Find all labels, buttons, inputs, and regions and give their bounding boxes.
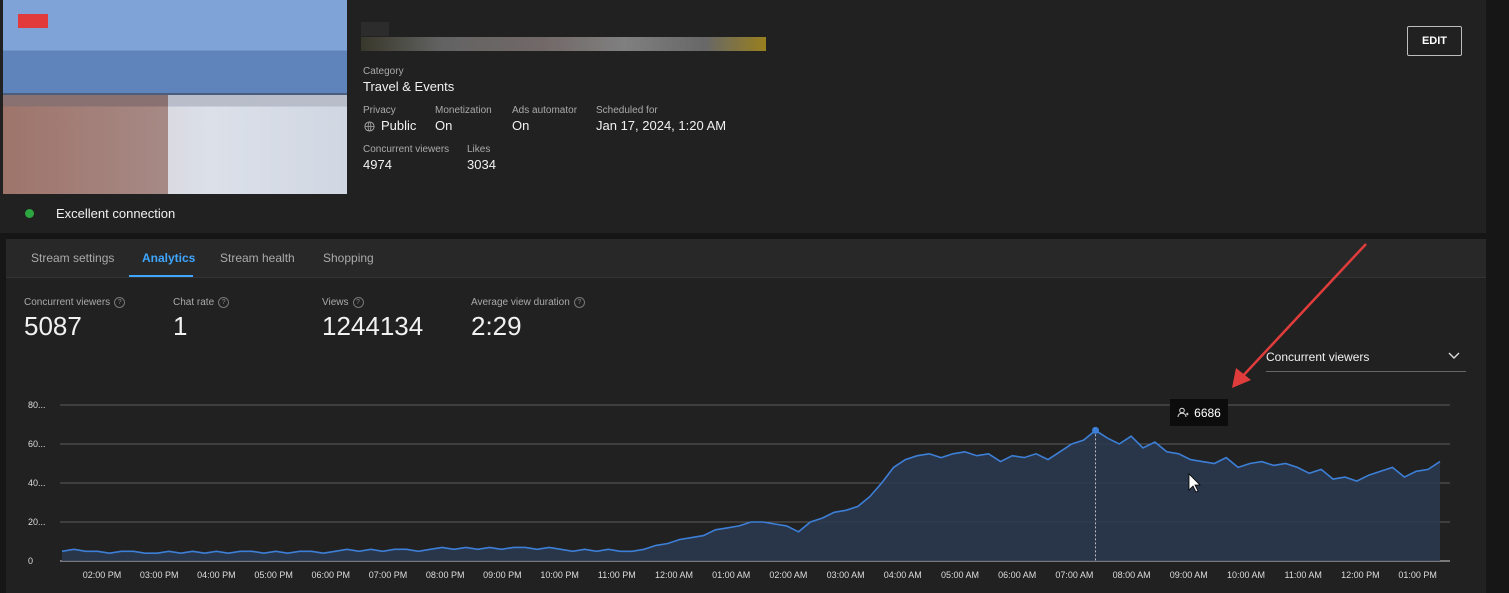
x-tick-label: 01:00 PM	[1398, 570, 1437, 580]
x-tick-label: 10:00 AM	[1227, 570, 1265, 580]
chart-x-axis: 02:00 PM 03:00 PM 04:00 PM 05:00 PM 06:00 PM…	[83, 570, 1437, 580]
viewers-icon	[1177, 407, 1189, 418]
y-tick-label: 0	[28, 556, 33, 566]
x-tick-label: 05:00 PM	[254, 570, 293, 580]
y-tick-label: 80...	[28, 400, 46, 410]
x-tick-label: 06:00 PM	[312, 570, 351, 580]
x-tick-label: 08:00 PM	[426, 570, 465, 580]
x-tick-label: 04:00 PM	[197, 570, 236, 580]
x-tick-label: 07:00 AM	[1055, 570, 1093, 580]
chart-y-axis: 0 20... 40... 60... 80...	[28, 400, 46, 566]
x-tick-label: 06:00 AM	[998, 570, 1036, 580]
x-tick-label: 02:00 PM	[83, 570, 122, 580]
x-tick-label: 08:00 AM	[1113, 570, 1151, 580]
x-tick-label: 11:00 PM	[598, 570, 636, 580]
x-tick-label: 03:00 PM	[140, 570, 179, 580]
annotation-arrow	[1232, 243, 1367, 388]
x-tick-label: 12:00 PM	[1341, 570, 1380, 580]
x-tick-label: 11:00 AM	[1285, 570, 1322, 580]
hover-point	[1092, 426, 1099, 434]
x-tick-label: 05:00 AM	[941, 570, 979, 580]
concurrent-viewers-chart[interactable]: 0 20... 40... 60... 80... 02:00 PM 03:00 PM 04…	[0, 0, 1509, 593]
x-tick-label: 12:00 AM	[655, 570, 693, 580]
x-tick-label: 07:00 PM	[369, 570, 408, 580]
y-tick-label: 60...	[28, 439, 46, 449]
x-tick-label: 02:00 AM	[769, 570, 807, 580]
chart-tooltip-value: 6686	[1194, 405, 1221, 420]
chart-tooltip: 6686	[1170, 399, 1228, 426]
x-tick-label: 01:00 AM	[712, 570, 750, 580]
y-tick-label: 40...	[28, 478, 46, 488]
x-tick-label: 04:00 AM	[884, 570, 922, 580]
y-tick-label: 20...	[28, 517, 46, 527]
x-tick-label: 10:00 PM	[540, 570, 579, 580]
x-tick-label: 09:00 AM	[1170, 570, 1208, 580]
chart-area-fill	[62, 430, 1440, 561]
x-tick-label: 03:00 AM	[827, 570, 865, 580]
annotation-arrow-shaft	[1239, 243, 1367, 380]
x-tick-label: 09:00 PM	[483, 570, 522, 580]
